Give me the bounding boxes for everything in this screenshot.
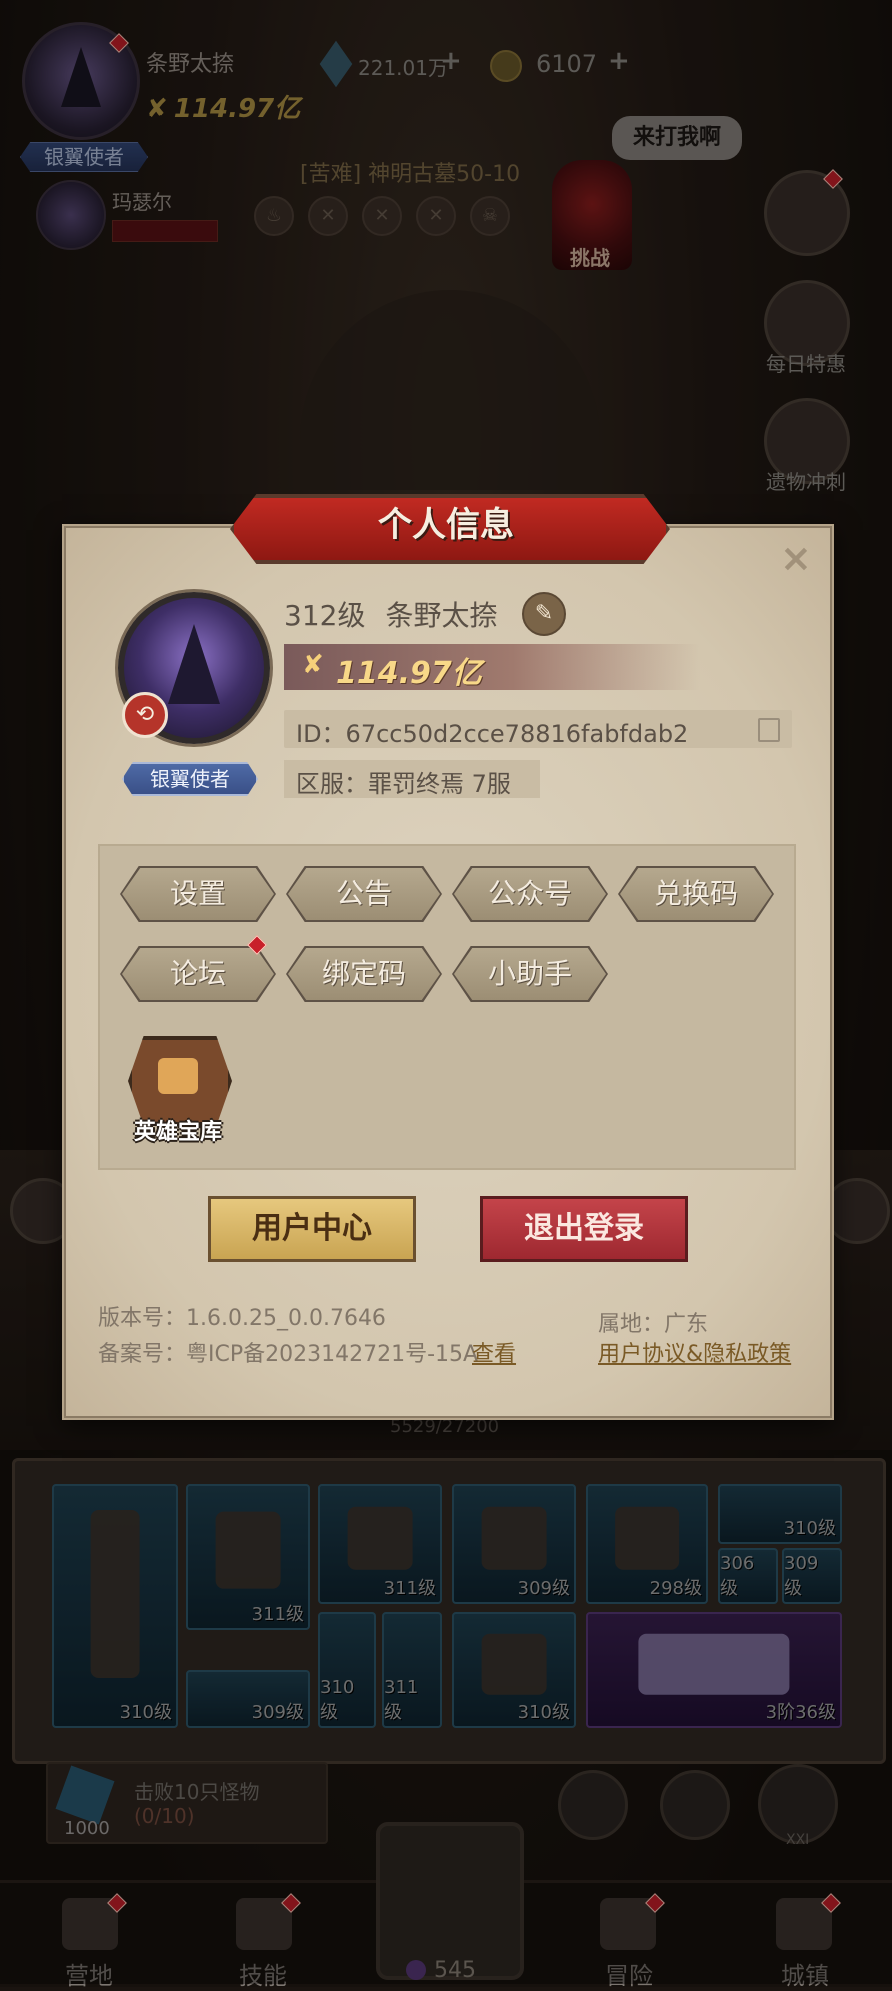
server-name: 区服：罪罚终焉 7服 xyxy=(296,770,511,798)
swords-icon: ✘ xyxy=(302,650,324,680)
agreement-link[interactable]: 用户协议&隐私政策 xyxy=(598,1336,791,1368)
hero-vault-label[interactable]: 英雄宝库 xyxy=(118,1114,238,1146)
edit-name-button[interactable]: ✎ xyxy=(522,592,566,636)
player-id: ID：67cc50d2cce78816fabfdab2 xyxy=(296,720,689,748)
icp-label: 备案号：粤ICP备2023142721号-15A xyxy=(98,1342,479,1367)
profile-level: 312级 xyxy=(284,599,366,632)
official-account-button[interactable]: 公众号 xyxy=(454,868,606,920)
scroll-icon xyxy=(158,1058,198,1094)
version-label: 版本号：1.6.0.25_0.0.7646 xyxy=(98,1306,386,1331)
profile-power: 114.97亿 xyxy=(336,656,482,691)
user-center-button[interactable]: 用户中心 xyxy=(208,1196,416,1262)
bind-code-button[interactable]: 绑定码 xyxy=(288,948,440,1000)
hero-vault-icon[interactable] xyxy=(128,1036,232,1126)
swap-icon: ⟲ xyxy=(135,702,155,727)
swap-avatar-button[interactable]: ⟲ xyxy=(122,692,168,738)
helmet-icon xyxy=(168,624,220,704)
assistant-button[interactable]: 小助手 xyxy=(454,948,606,1000)
profile-level-name: 312级 条野太捺 xyxy=(284,594,497,634)
modal-title: 个人信息 xyxy=(378,505,514,545)
redeem-code-button[interactable]: 兑换码 xyxy=(620,868,772,920)
announcement-button[interactable]: 公告 xyxy=(288,868,440,920)
player-id-row: ID：67cc50d2cce78816fabfdab2 xyxy=(284,710,792,748)
pencil-icon: ✎ xyxy=(534,601,554,626)
forum-button[interactable]: 论坛 xyxy=(122,948,274,1000)
close-button[interactable]: × xyxy=(780,536,812,580)
server-row: 区服：罪罚终焉 7服 xyxy=(284,760,540,798)
icp-view-link[interactable]: 查看 xyxy=(472,1336,516,1368)
profile-power-bar: ✘ 114.97亿 xyxy=(284,644,700,691)
region-label: 属地：广东 xyxy=(598,1312,709,1337)
profile-title-badge: 银翼使者 xyxy=(122,762,258,796)
logout-button[interactable]: 退出登录 xyxy=(480,1196,688,1262)
settings-button[interactable]: 设置 xyxy=(122,868,274,920)
profile-name: 条野太捺 xyxy=(385,599,498,632)
copy-icon[interactable] xyxy=(758,718,780,742)
